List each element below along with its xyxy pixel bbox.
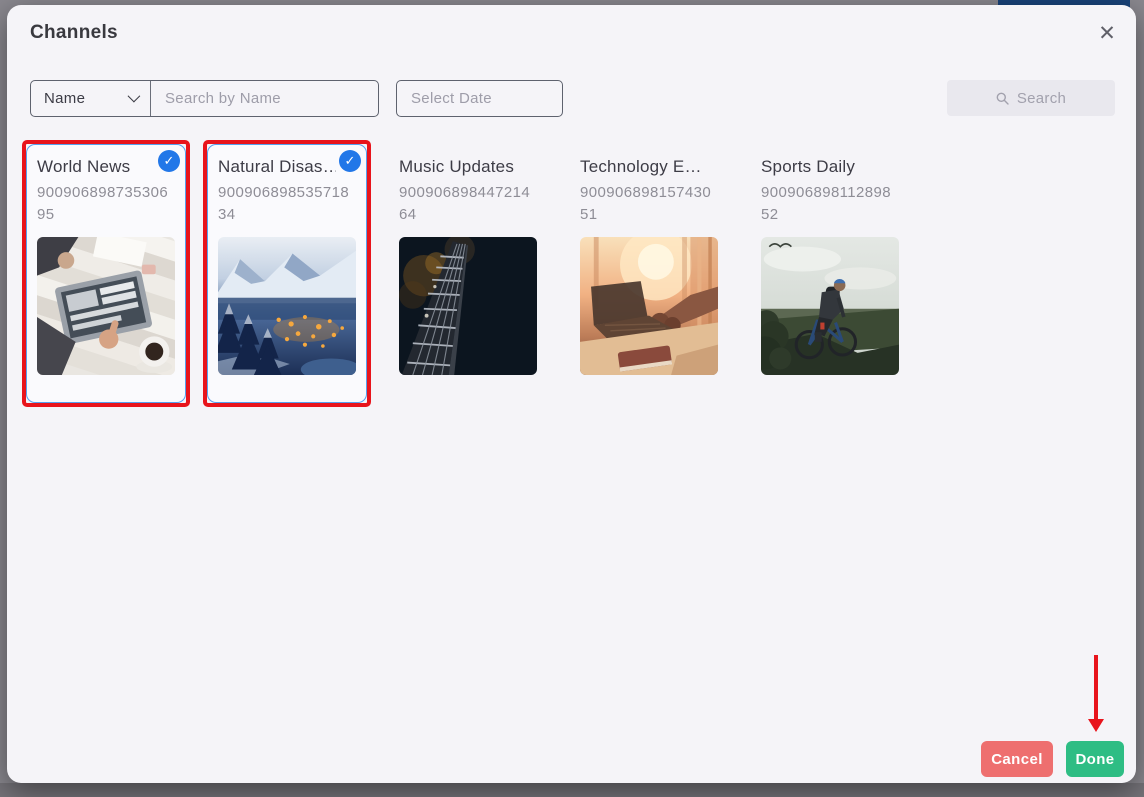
channel-name: World News: [37, 156, 155, 179]
channel-cell-music-updates: Music Updates 90090689844721464: [384, 140, 552, 407]
channel-name: Music Updates: [399, 156, 525, 179]
done-button[interactable]: Done: [1066, 741, 1124, 777]
channel-id: 90090689811289852: [761, 182, 897, 226]
search-field-dropdown[interactable]: Name: [31, 81, 151, 116]
channel-cell-technology: Technology E… 90090689815743051: [565, 140, 733, 407]
channels-modal: Channels ✕ Name Search ✓ World News 9009…: [7, 5, 1136, 783]
selected-check-icon: ✓: [158, 150, 180, 172]
close-icon[interactable]: ✕: [1092, 18, 1122, 48]
search-field-value: Name: [44, 90, 85, 107]
search-filter-group: Name: [30, 80, 379, 117]
annotation-box-natural-disasters: ✓ Natural Disas… 90090689853571834: [203, 140, 371, 407]
channel-card-sports-daily[interactable]: Sports Daily 90090689811289852: [750, 144, 910, 403]
annotation-box-world-news: ✓ World News 90090689873530695: [22, 140, 190, 407]
search-button-label: Search: [1017, 90, 1066, 107]
search-icon: [996, 92, 1009, 105]
channel-id: 90090689815743051: [580, 182, 716, 226]
channel-card-grid: ✓ World News 90090689873530695: [22, 140, 914, 407]
channel-thumbnail-mountain-biker: [761, 237, 899, 375]
chevron-down-icon: [128, 89, 141, 102]
annotation-arrow-to-done: [1087, 655, 1104, 735]
channel-card-natural-disasters[interactable]: ✓ Natural Disas… 90090689853571834: [207, 144, 367, 403]
channel-name: Natural Disas…: [218, 156, 336, 179]
channel-name: Sports Daily: [761, 156, 887, 179]
channel-card-world-news[interactable]: ✓ World News 90090689873530695: [26, 144, 186, 403]
search-button[interactable]: Search: [947, 80, 1115, 116]
modal-title: Channels: [30, 22, 118, 44]
channel-id: 90090689873530695: [37, 182, 173, 226]
page-background-behind-overlay: [0, 783, 1144, 797]
channel-thumbnail-tablet-news: [37, 237, 175, 375]
channel-thumbnail-snowy-valley: [218, 237, 356, 375]
select-date-input[interactable]: [396, 80, 563, 117]
filter-bar: Name Search: [30, 80, 1115, 117]
channel-card-technology[interactable]: Technology E… 90090689815743051: [569, 144, 729, 403]
channel-name: Technology E…: [580, 156, 706, 179]
channel-id: 90090689853571834: [218, 182, 354, 226]
channel-cell-sports-daily: Sports Daily 90090689811289852: [746, 140, 914, 407]
search-by-name-input[interactable]: [151, 81, 378, 116]
selected-check-icon: ✓: [339, 150, 361, 172]
cancel-button[interactable]: Cancel: [981, 741, 1053, 777]
channel-thumbnail-bass-guitar: [399, 237, 537, 375]
channel-card-music-updates[interactable]: Music Updates 90090689844721464: [388, 144, 548, 403]
modal-footer: Cancel Done: [981, 741, 1124, 777]
channel-thumbnail-laptop-typing: [580, 237, 718, 375]
channel-id: 90090689844721464: [399, 182, 535, 226]
